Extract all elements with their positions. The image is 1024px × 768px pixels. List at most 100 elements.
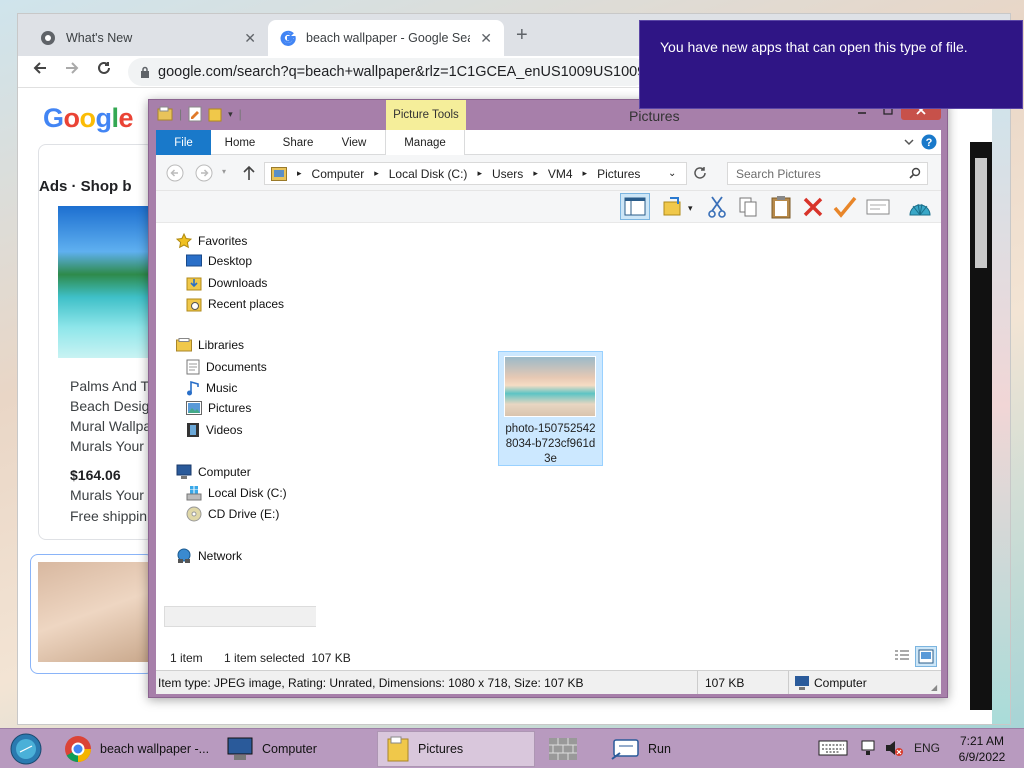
reload-icon[interactable] xyxy=(96,60,112,76)
ribbon-tabs: File Home Share View Manage ? xyxy=(156,130,941,155)
logo-letter: l xyxy=(111,103,120,133)
expand-ribbon-icon[interactable] xyxy=(904,137,914,147)
scrollbar-thumb[interactable] xyxy=(975,158,987,268)
start-button[interactable] xyxy=(8,732,44,766)
properties-icon[interactable] xyxy=(188,106,202,122)
tab-close-icon[interactable]: ✕ xyxy=(244,30,256,47)
tab-home[interactable]: Home xyxy=(216,130,264,155)
nav-music[interactable]: Music xyxy=(186,380,237,396)
computer-icon xyxy=(176,464,192,480)
product-title-line[interactable]: Beach Desig xyxy=(70,398,149,414)
taskbar-item-computer[interactable]: Computer xyxy=(218,731,374,767)
windows-orb-icon xyxy=(10,733,42,765)
product-title-line[interactable]: Palms And T xyxy=(70,378,149,394)
shell-icon[interactable] xyxy=(907,195,933,219)
breadcrumb-vm4[interactable]: VM4 xyxy=(548,167,573,181)
tab-view[interactable]: View xyxy=(331,130,377,155)
nav-label: Favorites xyxy=(198,234,248,248)
taskbar-label: Pictures xyxy=(418,742,464,756)
product-title-line[interactable]: Murals Your xyxy=(70,438,144,454)
breadcrumb-pictures[interactable]: Pictures xyxy=(597,167,640,181)
chevron-right-icon: ▸ xyxy=(297,168,302,178)
taskbar-item-chrome[interactable]: beach wallpaper -... xyxy=(56,731,212,767)
search-input[interactable]: Search Pictures xyxy=(727,162,928,185)
taskbar-item-run[interactable]: Run xyxy=(602,731,758,767)
new-tab-button[interactable]: + xyxy=(516,24,528,47)
browser-tab-whats-new[interactable]: What's New ✕ xyxy=(28,20,268,56)
nav-libraries[interactable]: Libraries xyxy=(176,338,244,352)
nav-label: Computer xyxy=(198,465,251,479)
notification-toast[interactable]: You have new apps that can open this typ… xyxy=(639,20,1023,109)
recent-locations-chevron-icon[interactable]: ▾ xyxy=(222,167,226,176)
nav-network[interactable]: Network xyxy=(176,548,242,564)
nav-downloads[interactable]: Downloads xyxy=(186,275,267,291)
breadcrumb-users[interactable]: Users xyxy=(492,167,523,181)
nav-cd-drive[interactable]: CD Drive (E:) xyxy=(186,506,279,522)
resize-grip-icon[interactable]: ◢ xyxy=(931,683,937,692)
nav-pictures[interactable]: Pictures xyxy=(186,401,251,415)
paste-icon[interactable] xyxy=(770,195,792,219)
chevron-right-icon[interactable]: ▸ xyxy=(477,168,482,179)
move-to-folder-icon[interactable] xyxy=(662,196,684,218)
refresh-icon[interactable] xyxy=(692,165,708,181)
search-icon[interactable] xyxy=(909,167,921,179)
chevron-right-icon[interactable]: ▸ xyxy=(583,168,588,179)
logo-letter: G xyxy=(43,103,64,133)
up-arrow-icon[interactable] xyxy=(242,165,256,181)
keyboard-icon[interactable] xyxy=(818,740,848,756)
nav-favorites[interactable]: Favorites xyxy=(176,233,247,249)
nav-recent-places[interactable]: Recent places xyxy=(186,296,284,312)
google-logo[interactable]: Google xyxy=(43,103,134,134)
product-image[interactable] xyxy=(58,206,154,358)
new-folder-icon[interactable] xyxy=(208,106,222,122)
chevron-right-icon[interactable]: ▸ xyxy=(374,168,379,179)
address-dropdown-chevron-icon[interactable]: ⌄ xyxy=(668,168,676,179)
tab-share[interactable]: Share xyxy=(273,130,323,155)
product-image[interactable] xyxy=(38,562,150,662)
nav-videos[interactable]: Videos xyxy=(186,422,242,438)
back-icon[interactable] xyxy=(166,164,184,182)
chevron-down-icon[interactable]: ▾ xyxy=(228,109,233,120)
forward-icon[interactable] xyxy=(195,164,213,182)
nav-desktop[interactable]: Desktop xyxy=(186,254,252,268)
system-clock[interactable]: 7:21 AM 6/9/2022 xyxy=(950,733,1014,765)
tab-manage[interactable]: Manage xyxy=(385,130,465,155)
libraries-icon xyxy=(176,338,192,352)
delete-icon[interactable] xyxy=(802,196,824,218)
nav-computer[interactable]: Computer xyxy=(176,464,251,480)
explorer-app-icon[interactable] xyxy=(157,106,173,122)
file-item[interactable]: photo-1507525428034-b723cf961d3e xyxy=(498,351,603,466)
address-bar[interactable]: google.com/search?q=beach+wallpaper&rlz=… xyxy=(128,58,648,86)
details-view-icon[interactable] xyxy=(894,648,910,664)
logo-letter: o xyxy=(63,103,81,133)
file-list-pane[interactable]: photo-1507525428034-b723cf961d3e xyxy=(316,223,941,654)
taskbar-item-pictures[interactable]: Pictures xyxy=(377,731,535,767)
chevron-right-icon[interactable]: ▸ xyxy=(533,168,538,179)
help-icon[interactable]: ? xyxy=(921,134,937,150)
copy-icon[interactable] xyxy=(738,196,758,218)
tab-close-icon[interactable]: ✕ xyxy=(480,30,492,47)
chevron-down-icon[interactable]: ▾ xyxy=(688,203,693,214)
tab-file[interactable]: File xyxy=(156,130,211,155)
breadcrumb-local-disk[interactable]: Local Disk (C:) xyxy=(389,167,468,181)
nav-local-disk[interactable]: Local Disk (C:) xyxy=(186,485,287,501)
pictures-library-icon xyxy=(271,166,287,181)
breadcrumb[interactable]: ▸ Computer ▸ Local Disk (C:) ▸ Users ▸ V… xyxy=(264,162,687,185)
nav-documents[interactable]: Documents xyxy=(186,359,267,375)
file-explorer-window: | ▾ | Picture Tools Pictures File Home S… xyxy=(148,99,948,698)
network-tray-icon[interactable] xyxy=(861,739,879,757)
cut-icon[interactable] xyxy=(707,196,727,218)
forward-icon[interactable] xyxy=(64,60,80,76)
browser-tab-beach-wallpaper[interactable]: beach wallpaper - Google Search ✕ xyxy=(268,20,504,56)
product-title-line[interactable]: Mural Wallpa xyxy=(70,418,151,434)
volume-muted-icon[interactable] xyxy=(884,739,904,757)
google-g-icon xyxy=(280,30,296,46)
language-indicator[interactable]: ENG xyxy=(914,741,940,755)
breadcrumb-computer[interactable]: Computer xyxy=(312,167,365,181)
rename-checkmark-icon[interactable] xyxy=(833,196,857,218)
taskbar-item-app[interactable] xyxy=(540,731,596,767)
back-icon[interactable] xyxy=(32,60,48,76)
preview-pane-button[interactable] xyxy=(620,193,650,220)
large-icons-view-button[interactable] xyxy=(915,646,937,667)
properties-icon[interactable] xyxy=(866,199,890,215)
